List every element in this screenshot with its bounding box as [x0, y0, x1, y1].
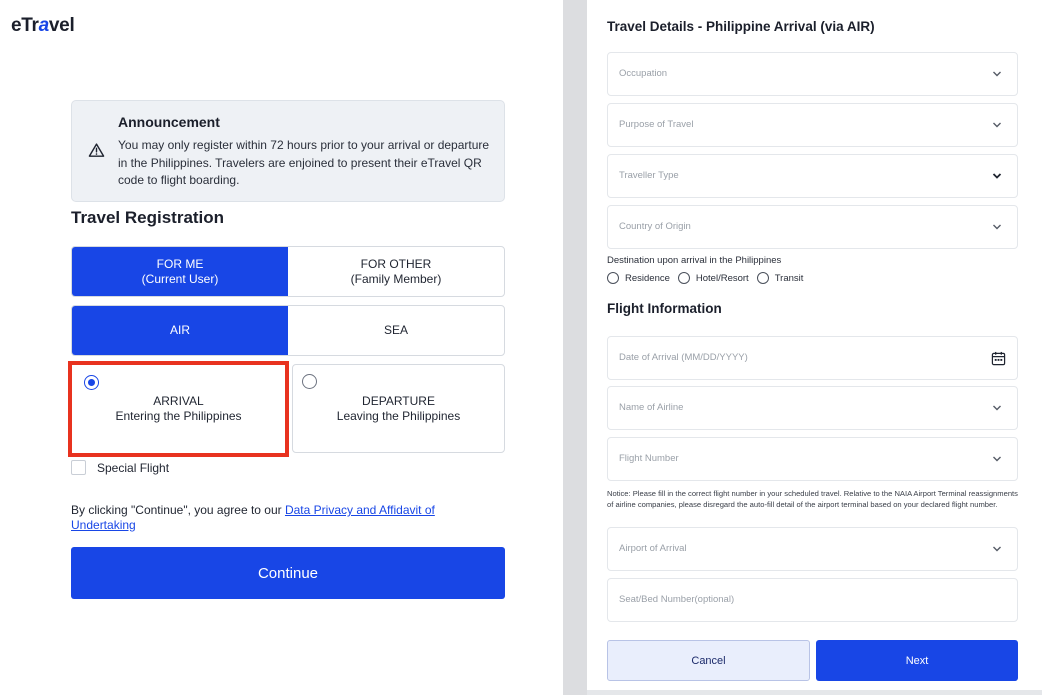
- announcement-box: Announcement You may only register withi…: [71, 100, 505, 202]
- chevron-down-icon: [993, 546, 1001, 552]
- chevron-down-icon: [993, 224, 1001, 230]
- departure-subtitle: Leaving the Philippines: [336, 409, 461, 423]
- warning-icon: [88, 143, 105, 157]
- logo-accent: a: [38, 15, 50, 36]
- air-label: AIR: [169, 323, 190, 337]
- departure-text: DEPARTURE Leaving the Philippines: [293, 394, 504, 424]
- destination-transit[interactable]: Transit: [756, 272, 804, 284]
- announcement-title: Announcement: [118, 114, 220, 130]
- chevron-down-icon: [993, 71, 1001, 77]
- travel-details-panel: Travel Details - Philippine Arrival (via…: [587, 0, 1042, 695]
- next-button[interactable]: Next: [816, 640, 1018, 681]
- registrant-toggle: FOR ME (Current User) FOR OTHER (Family …: [71, 246, 505, 297]
- continue-button[interactable]: Continue: [71, 547, 505, 599]
- occupation-select[interactable]: Occupation: [607, 52, 1018, 96]
- for-me-sublabel: (Current User): [141, 271, 219, 286]
- registration-panel: eTravel Announcement You may only regist…: [0, 0, 563, 695]
- logo-prefix: eTr: [11, 15, 39, 36]
- chevron-down-icon: [993, 405, 1001, 411]
- chevron-down-icon: [993, 456, 1001, 462]
- flight-number-select[interactable]: Flight Number: [607, 437, 1018, 481]
- traveller-type-placeholder: Traveller Type: [619, 170, 679, 181]
- purpose-select[interactable]: Purpose of Travel: [607, 103, 1018, 147]
- arrival-option[interactable]: ARRIVAL Entering the Philippines: [68, 361, 289, 457]
- destination-hotel[interactable]: Hotel/Resort: [677, 272, 749, 284]
- date-placeholder: Date of Arrival (MM/DD/YYYY): [619, 352, 748, 363]
- etravel-logo: eTravel: [11, 15, 75, 37]
- air-option[interactable]: AIR: [72, 306, 288, 355]
- for-other-option[interactable]: FOR OTHER (Family Member): [288, 247, 504, 296]
- calendar-icon[interactable]: [991, 351, 1006, 366]
- departure-title: DEPARTURE: [362, 394, 435, 408]
- traveller-type-select[interactable]: Traveller Type: [607, 154, 1018, 198]
- date-of-arrival-input[interactable]: Date of Arrival (MM/DD/YYYY): [607, 336, 1018, 380]
- flight-information-title: Flight Information: [607, 301, 722, 316]
- sea-option[interactable]: SEA: [288, 306, 504, 355]
- flight-number-notice: Notice: Please fill in the correct fligh…: [607, 489, 1018, 510]
- bottom-edge: [587, 690, 1042, 695]
- hotel-radio[interactable]: [677, 272, 690, 284]
- agreement-prefix: By clicking "Continue", you agree to our: [71, 503, 285, 517]
- travel-registration-title: Travel Registration: [71, 208, 225, 227]
- purpose-placeholder: Purpose of Travel: [619, 119, 694, 130]
- residence-label: Residence: [625, 272, 670, 284]
- agreement-text: By clicking "Continue", you agree to our…: [71, 503, 491, 532]
- seat-placeholder: Seat/Bed Number(optional): [619, 594, 735, 605]
- country-of-origin-select[interactable]: Country of Origin: [607, 205, 1018, 249]
- sea-label: SEA: [383, 323, 408, 337]
- departure-radio[interactable]: [302, 374, 317, 389]
- country-placeholder: Country of Origin: [619, 221, 691, 232]
- departure-option[interactable]: DEPARTURE Leaving the Philippines: [292, 364, 505, 453]
- for-me-option[interactable]: FOR ME (Current User): [72, 247, 288, 296]
- cancel-button[interactable]: Cancel: [607, 640, 810, 681]
- panel-divider: [563, 0, 587, 695]
- destination-options: Residence Hotel/Resort Transit: [607, 272, 811, 284]
- residence-radio[interactable]: [607, 272, 619, 284]
- destination-residence[interactable]: Residence: [607, 272, 670, 284]
- chevron-down-icon: [992, 173, 1002, 179]
- special-flight-row[interactable]: Special Flight: [71, 460, 169, 475]
- transit-label: Transit: [774, 272, 804, 284]
- travel-mode-toggle: AIR SEA: [71, 305, 505, 356]
- destination-label: Destination upon arrival in the Philippi…: [607, 255, 782, 266]
- airline-select[interactable]: Name of Airline: [607, 386, 1018, 430]
- airport-of-arrival-select[interactable]: Airport of Arrival: [607, 527, 1018, 571]
- logo-suffix: vel: [48, 15, 75, 36]
- airline-placeholder: Name of Airline: [619, 402, 684, 413]
- airport-placeholder: Airport of Arrival: [619, 543, 687, 554]
- travel-details-title: Travel Details - Philippine Arrival (via…: [607, 19, 875, 34]
- special-flight-label: Special Flight: [97, 460, 170, 475]
- for-other-label: FOR OTHER: [360, 256, 432, 271]
- for-me-label: FOR ME: [156, 256, 204, 271]
- arrival-title: ARRIVAL: [153, 394, 204, 408]
- for-other-sublabel: (Family Member): [350, 271, 442, 286]
- arrival-text: ARRIVAL Entering the Philippines: [72, 394, 285, 424]
- arrival-subtitle: Entering the Philippines: [115, 409, 242, 423]
- announcement-body: You may only register within 72 hours pr…: [118, 138, 490, 187]
- special-flight-checkbox[interactable]: [71, 460, 86, 475]
- transit-radio[interactable]: [756, 272, 769, 284]
- arrival-radio[interactable]: [84, 375, 99, 390]
- occupation-placeholder: Occupation: [619, 68, 668, 79]
- seat-number-input[interactable]: Seat/Bed Number(optional): [607, 578, 1018, 622]
- flight-number-placeholder: Flight Number: [619, 453, 679, 464]
- hotel-label: Hotel/Resort: [695, 272, 749, 284]
- chevron-down-icon: [993, 122, 1001, 128]
